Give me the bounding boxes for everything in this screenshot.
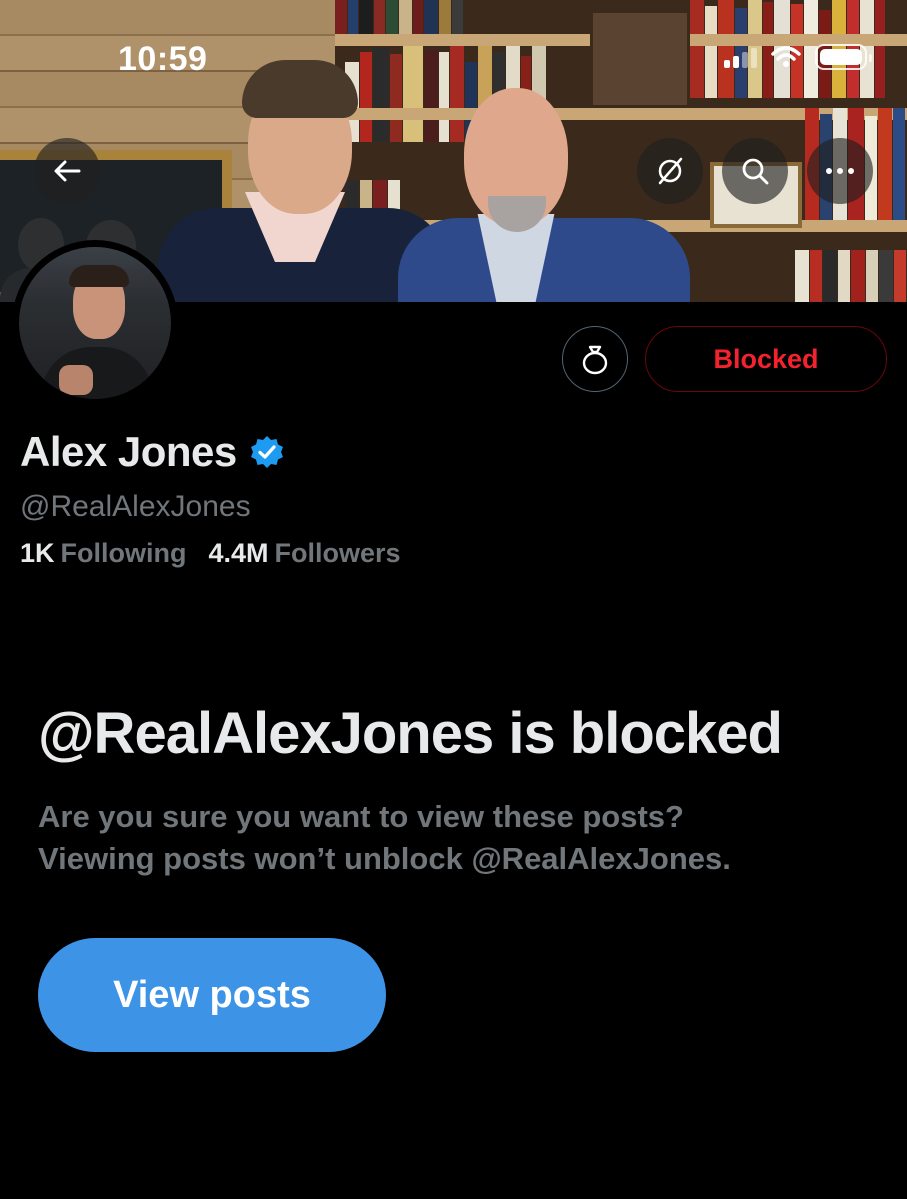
- blocked-notice-description: Are you sure you want to view these post…: [38, 796, 878, 880]
- profile-avatar[interactable]: [12, 240, 178, 406]
- profile-handle: @RealAlexJones: [20, 490, 251, 523]
- status-icons: [724, 44, 872, 70]
- blocked-notice-line-2: Viewing posts won’t unblock @RealAlexJon…: [38, 841, 731, 876]
- money-bag-icon: [582, 345, 608, 375]
- arrow-left-icon: [54, 160, 81, 182]
- follow-counts: 1K Following 4.4M Followers: [20, 538, 401, 569]
- wifi-icon: [771, 46, 801, 67]
- tip-button[interactable]: [562, 326, 628, 392]
- profile-name-row: Alex Jones: [20, 428, 285, 476]
- battery-icon: [815, 44, 872, 70]
- profile-name: Alex Jones: [20, 428, 237, 475]
- verified-badge-icon: [250, 436, 283, 468]
- status-time: 10:59: [118, 40, 208, 78]
- search-icon: [742, 158, 769, 185]
- view-posts-button[interactable]: View posts: [38, 938, 386, 1052]
- search-button[interactable]: [722, 138, 788, 204]
- followers-label: Followers: [274, 538, 401, 568]
- more-button[interactable]: [807, 138, 873, 204]
- grok-slash-icon: [658, 157, 683, 185]
- cellular-signal-icon: [724, 46, 757, 68]
- back-button[interactable]: [34, 138, 100, 204]
- more-icon: [826, 168, 854, 174]
- blocked-button[interactable]: Blocked: [645, 326, 887, 392]
- following-link[interactable]: 1K Following: [20, 538, 187, 569]
- followers-count: 4.4M: [208, 538, 269, 568]
- blocked-notice-title: @RealAlexJones is blocked: [38, 701, 783, 766]
- followers-link[interactable]: 4.4M Followers: [209, 538, 401, 569]
- blocked-notice-line-1: Are you sure you want to view these post…: [38, 799, 684, 834]
- following-count: 1K: [20, 538, 55, 568]
- avatar-photo: [19, 247, 171, 399]
- following-label: Following: [60, 538, 187, 568]
- grok-button[interactable]: [637, 138, 703, 204]
